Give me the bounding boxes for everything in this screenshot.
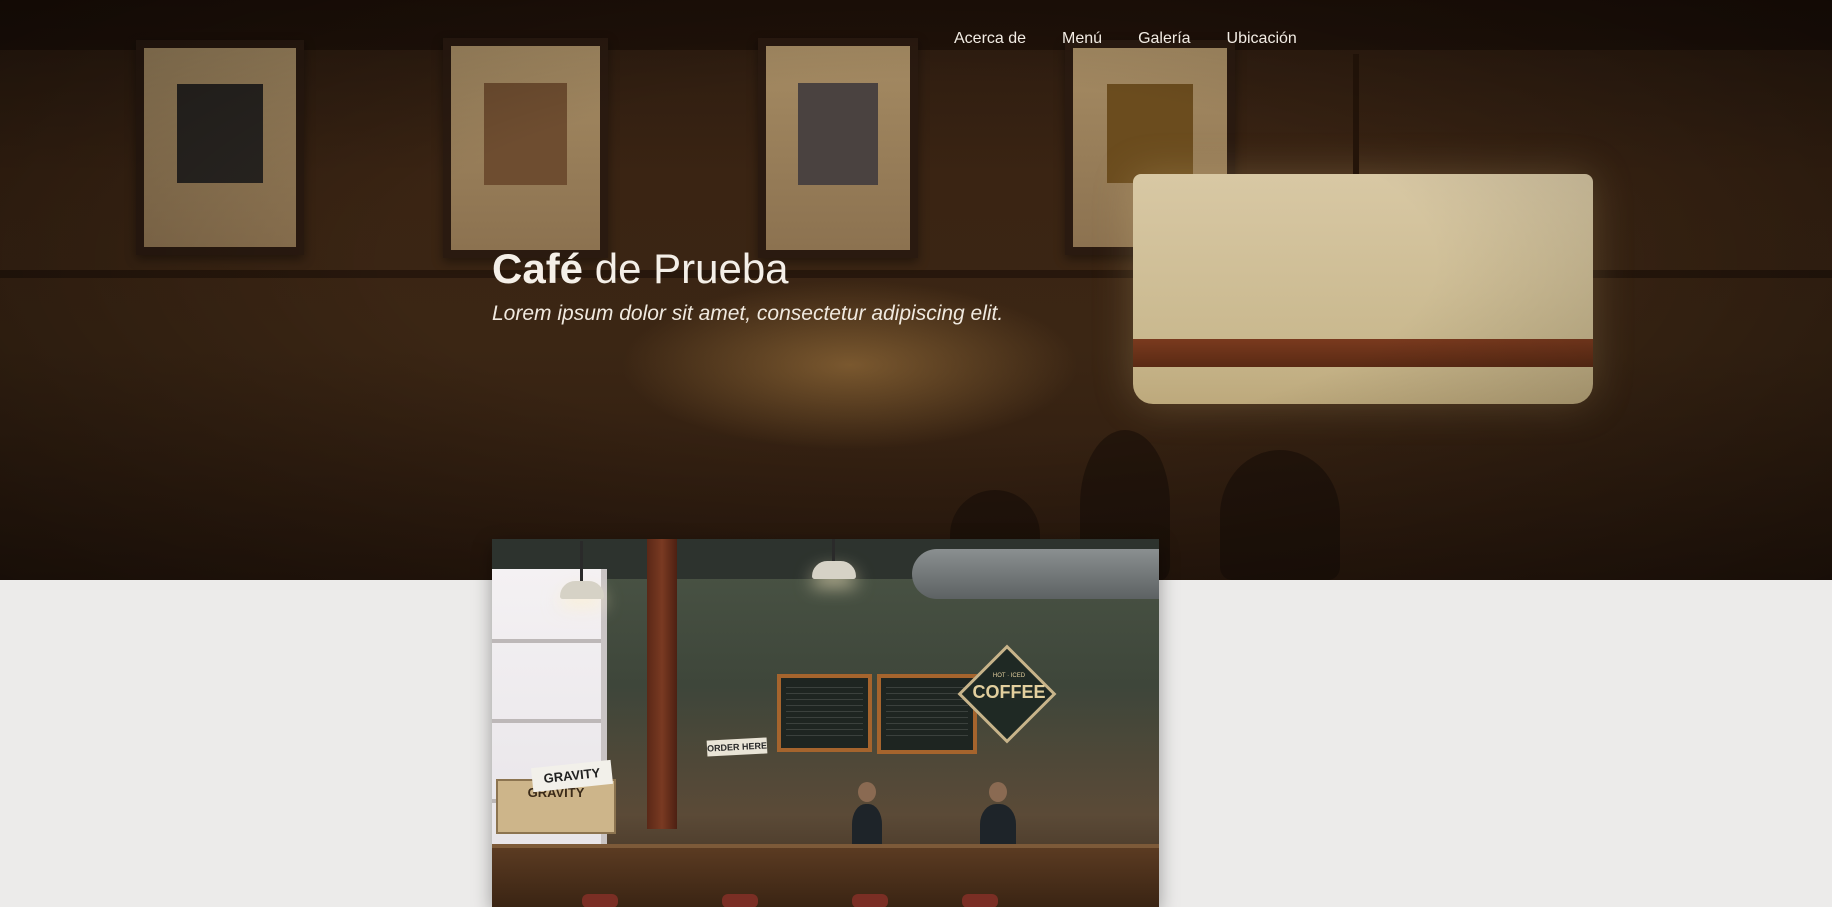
coffee-sign-top: HOT · ICED — [992, 673, 1026, 679]
title-bold: Café — [492, 245, 584, 292]
hero-banner: Acerca de Menú Galería Ubicación Café de… — [0, 0, 1832, 580]
pendant-light — [560, 541, 604, 599]
hero-subtitle: Lorem ipsum dolor sit amet, consectetur … — [492, 302, 1004, 325]
order-here-sign: ORDER HERE — [706, 737, 768, 757]
nav-item-ubicacion[interactable]: Ubicación — [1227, 30, 1297, 48]
hero-vignette — [0, 0, 1832, 580]
nav-item-galeria[interactable]: Galería — [1138, 30, 1190, 48]
menu-board — [877, 674, 977, 754]
brick-pillar — [647, 539, 677, 829]
page-title: Café de Prueba — [492, 248, 789, 290]
coffee-sign-label: COFFEE — [972, 682, 1046, 702]
pendant-light — [812, 539, 856, 579]
menu-board — [777, 674, 872, 752]
main-nav: Acerca de Menú Galería Ubicación — [954, 30, 1333, 48]
barista — [980, 782, 1016, 849]
nav-item-acerca-de[interactable]: Acerca de — [954, 30, 1026, 48]
title-rest: de Prueba — [594, 245, 789, 292]
feature-image: HOT · ICED COFFEE ORDER HERE GRAVITY GRA… — [492, 539, 1159, 907]
air-duct — [912, 549, 1159, 599]
nav-item-menu[interactable]: Menú — [1062, 30, 1102, 48]
barista — [852, 782, 882, 849]
